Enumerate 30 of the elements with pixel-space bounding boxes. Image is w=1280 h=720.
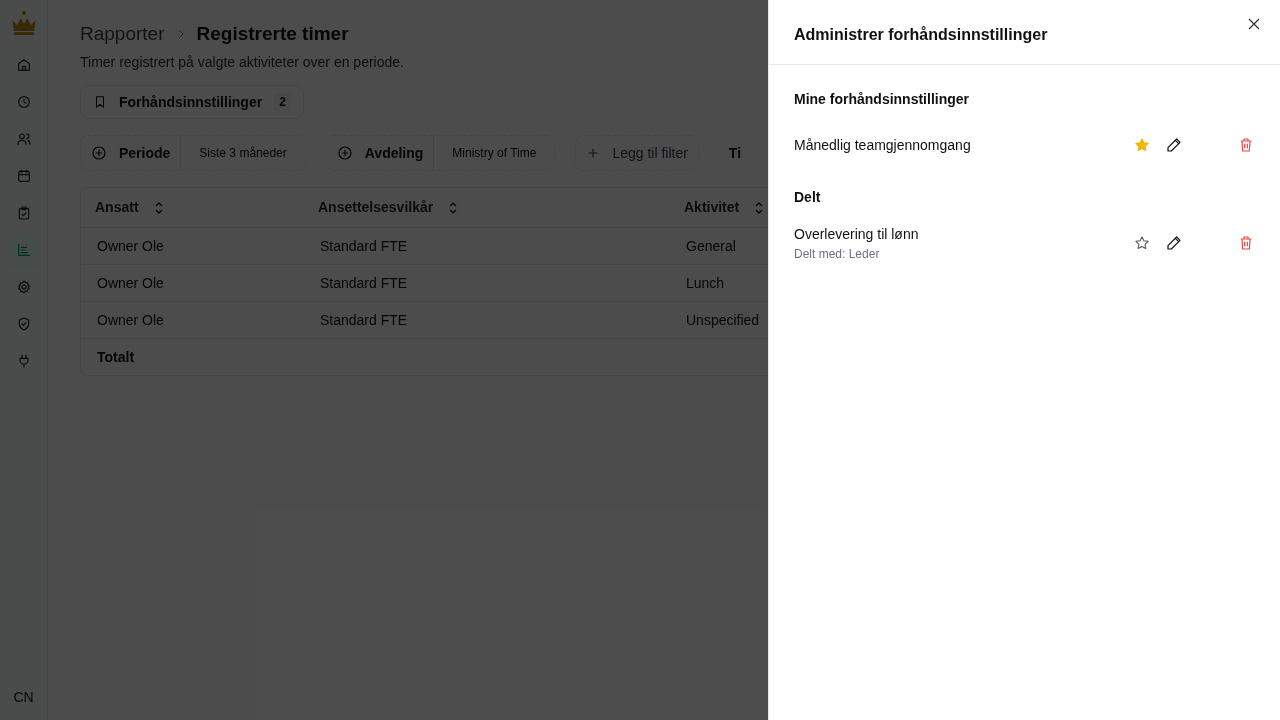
page-title: Registrerte timer — [196, 21, 349, 46]
section-heading: Delt — [794, 188, 822, 207]
table-cell: Owner Ole — [97, 237, 164, 254]
trash-icon — [1238, 235, 1254, 251]
pencil-icon — [1166, 235, 1182, 251]
toolbar-button[interactable]: Ti — [728, 142, 742, 164]
filter-label: Periode — [119, 143, 171, 163]
preset-subtitle: Delt med: Leder — [794, 245, 881, 263]
close-icon — [1248, 18, 1260, 30]
edit-button[interactable] — [1164, 233, 1184, 253]
table-cell: Standard FTE — [320, 274, 408, 291]
pencil-icon — [1166, 137, 1182, 153]
filter-label: Avdeling — [364, 143, 424, 163]
star-icon — [1134, 137, 1150, 153]
table-cell: Standard FTE — [320, 237, 408, 254]
table-cell: Lunch — [686, 274, 725, 291]
panel-title: Administrer forhåndsinnstillinger — [794, 25, 1048, 45]
star-icon — [1134, 235, 1150, 251]
preset-name: Månedlig teamgjennomgang — [794, 135, 972, 155]
table-cell: General — [686, 237, 736, 254]
section-heading: Mine forhåndsinnstillinger — [794, 90, 970, 109]
total-label: Totalt — [97, 347, 135, 367]
table-cell: Owner Ole — [97, 311, 164, 328]
trash-icon — [1238, 137, 1254, 153]
preset-name: Overlevering til lønn — [794, 224, 920, 244]
table-cell: Standard FTE — [320, 311, 408, 328]
page-subtitle: Timer registrert på valgte aktiviteter over en periode. — [80, 53, 405, 72]
table-cell: Owner Ole — [97, 274, 164, 291]
table-cell: Unspecified — [686, 311, 760, 328]
edit-button[interactable] — [1164, 135, 1184, 155]
